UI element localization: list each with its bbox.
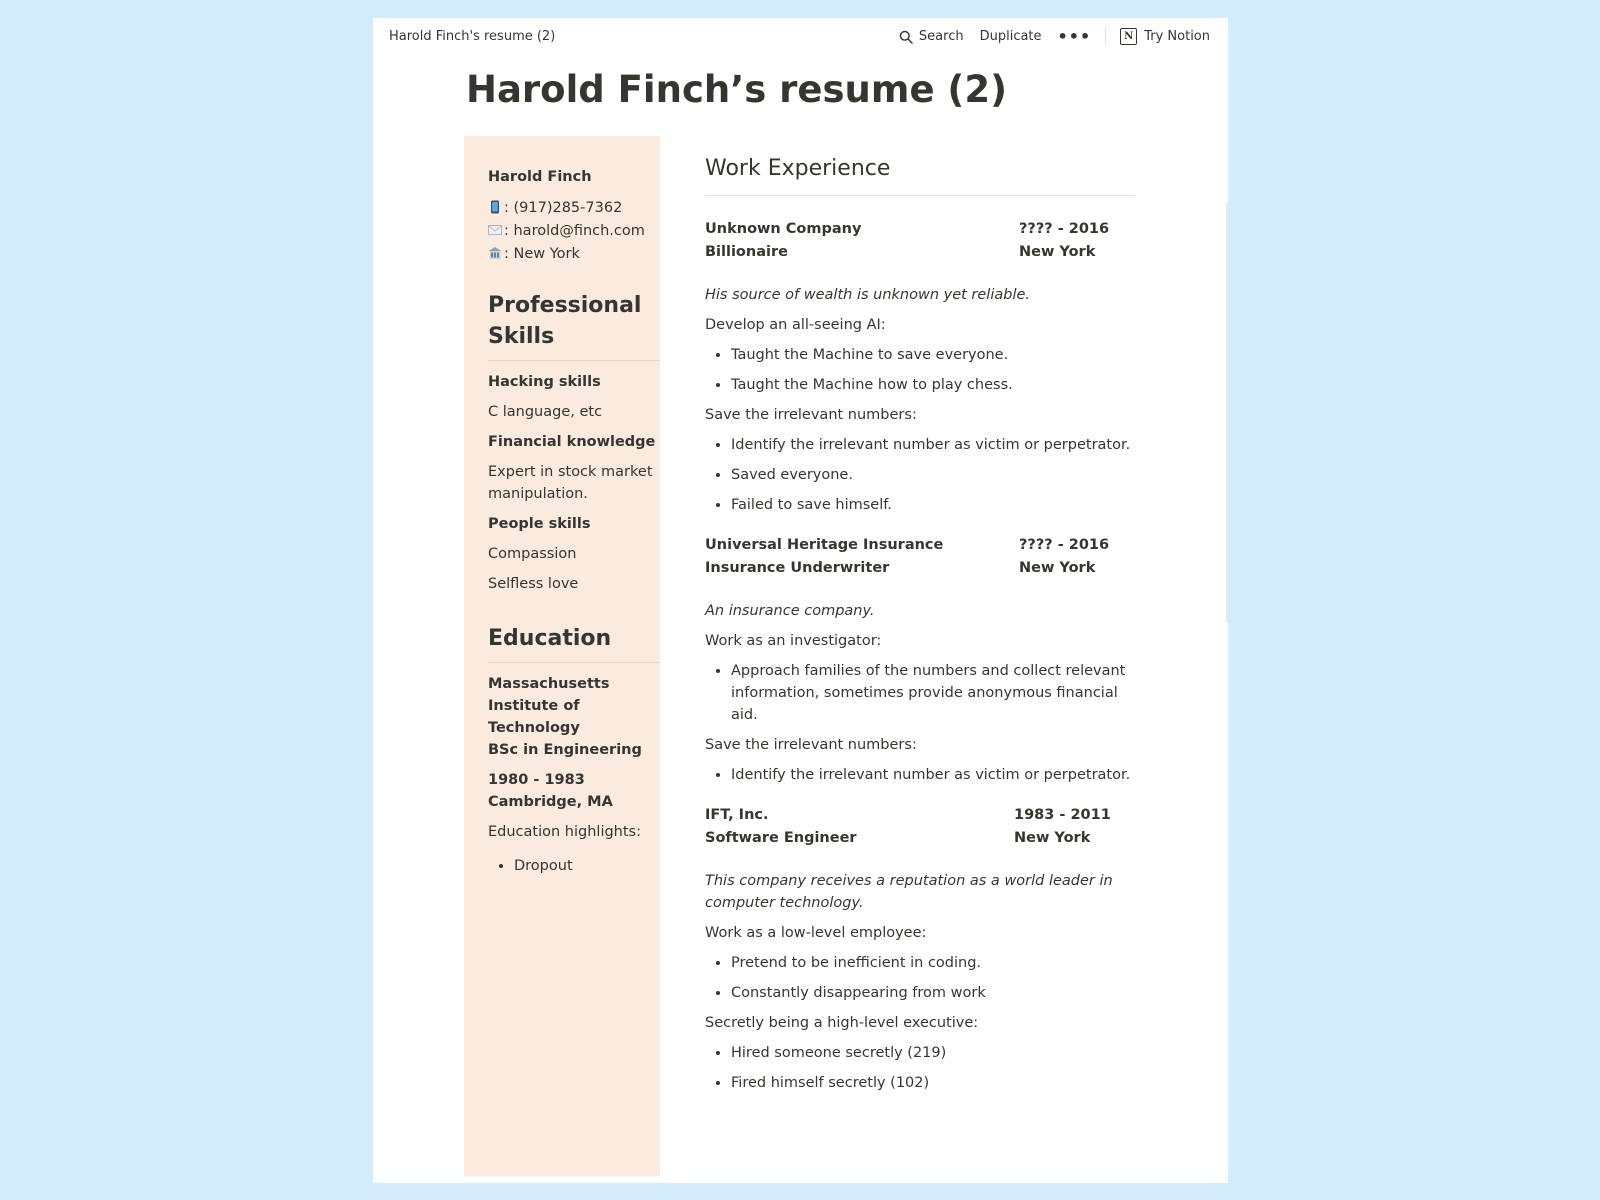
work-experience-heading: Work Experience <box>705 153 1135 196</box>
degree: BSc in Engineering <box>488 742 642 758</box>
bullet-list: Identify the irrelevant number as victim… <box>705 430 1135 520</box>
duplicate-button[interactable]: Duplicate <box>972 25 1050 48</box>
bullet-list: Pretend to be inefficient in coding. Con… <box>705 948 1135 1008</box>
job-role: Billionaire <box>705 244 788 260</box>
try-notion-label: Try Notion <box>1144 29 1210 44</box>
job-header-row: IFT, Inc. 1983 - 2011 <box>705 804 1135 827</box>
job-intro: An insurance company. <box>705 603 875 619</box>
building-icon <box>488 247 502 259</box>
company-name: Universal Heritage Insurance <box>705 537 944 553</box>
candidate-name: Harold Finch <box>488 169 592 185</box>
job-location: New York <box>1014 830 1091 846</box>
topbar-divider <box>1105 27 1107 46</box>
job-entry: Universal Heritage Insurance ???? - 2016… <box>705 534 1135 790</box>
job-role: Software Engineer <box>705 830 857 846</box>
job-header-row: Universal Heritage Insurance ???? - 2016 <box>705 534 1135 557</box>
job-entry: IFT, Inc. 1983 - 2011 Software Engineer … <box>705 804 1135 1098</box>
highlights-list: Dropout <box>488 847 658 881</box>
breadcrumb[interactable]: Harold Finch's resume (2) <box>389 29 555 44</box>
company-name: Unknown Company <box>705 221 862 237</box>
location-text: : New York <box>504 246 580 262</box>
topbar-actions: Search Duplicate ••• N Try Notion <box>891 24 1218 49</box>
skill-detail: Expert in stock market manipulation. <box>488 464 653 502</box>
section-label: Develop an all-seeing AI: <box>705 317 886 333</box>
skill-title: Financial knowledge <box>488 434 656 450</box>
education-heading: Education <box>488 623 660 663</box>
bullet-list: Approach families of the numbers and col… <box>705 656 1135 730</box>
envelope-icon <box>488 225 502 235</box>
duplicate-label: Duplicate <box>979 29 1042 44</box>
job-intro: This company receives a reputation as a … <box>705 873 1113 911</box>
skill-title: Hacking skills <box>488 374 601 390</box>
search-icon <box>899 30 913 44</box>
work-experience-section: Work Experience Unknown Company ???? - 2… <box>705 153 1135 1098</box>
list-item: Taught the Machine to save everyone. <box>731 340 1135 370</box>
job-subheader-row: Software Engineer New York <box>705 827 1135 850</box>
job-entry: Unknown Company ???? - 2016 Billionaire … <box>705 218 1135 520</box>
list-item: Pretend to be inefficient in coding. <box>731 948 1135 978</box>
search-label: Search <box>918 29 964 44</box>
list-item: Constantly disappearing from work <box>731 978 1135 1008</box>
more-options-button[interactable]: ••• <box>1050 25 1100 48</box>
bullet-list: Hired someone secretly (219) Fired himse… <box>705 1038 1135 1098</box>
school-name: Massachusetts Institute of Technology <box>488 676 610 736</box>
email-line: : harold@finch.com <box>488 220 658 243</box>
notion-logo-icon: N <box>1120 28 1138 45</box>
list-item: Identify the irrelevant number as victim… <box>731 760 1135 790</box>
skill-detail: Selfless love <box>488 576 579 592</box>
skill-detail: Compassion <box>488 546 577 562</box>
list-item: Failed to save himself. <box>731 490 1135 520</box>
section-label: Save the irrelevant numbers: <box>705 407 917 423</box>
job-dates: 1983 - 2011 <box>1014 807 1111 823</box>
skills-heading: Professional Skills <box>488 290 660 361</box>
list-item: Dropout <box>514 851 658 881</box>
skill-detail: C language, etc <box>488 404 603 420</box>
list-item: Hired someone secretly (219) <box>731 1038 1135 1068</box>
mobile-phone-icon <box>491 200 499 214</box>
education-years: 1980 - 1983 <box>488 772 585 788</box>
job-subheader-row: Billionaire New York <box>705 241 1135 264</box>
phone-line: : (917)285-7362 <box>488 197 658 220</box>
highlights-label: Education highlights: <box>488 824 641 840</box>
phone-number: : (917)285-7362 <box>504 200 623 216</box>
list-item: Taught the Machine how to play chess. <box>731 370 1135 400</box>
bullet-list: Taught the Machine to save everyone. Tau… <box>705 340 1135 400</box>
skill-title: People skills <box>488 516 591 532</box>
notion-page-window: Harold Finch's resume (2) Search Duplica… <box>373 18 1228 1183</box>
page-title[interactable]: Harold Finch’s resume (2) <box>466 68 1007 111</box>
bullet-list: Identify the irrelevant number as victim… <box>705 760 1135 790</box>
job-location: New York <box>1019 244 1096 260</box>
list-item: Saved everyone. <box>731 460 1135 490</box>
job-location: New York <box>1019 560 1096 576</box>
section-label: Work as a low-level employee: <box>705 925 927 941</box>
education-city: Cambridge, MA <box>488 794 613 810</box>
scrollbar[interactable] <box>1226 203 1228 623</box>
list-item: Identify the irrelevant number as victim… <box>731 430 1135 460</box>
list-item: Fired himself secretly (102) <box>731 1068 1135 1098</box>
top-bar: Harold Finch's resume (2) Search Duplica… <box>373 18 1228 56</box>
job-dates: ???? - 2016 <box>1019 537 1110 553</box>
try-notion-button[interactable]: N Try Notion <box>1112 24 1218 49</box>
company-name: IFT, Inc. <box>705 807 769 823</box>
job-role: Insurance Underwriter <box>705 560 890 576</box>
section-label: Secretly being a high-level executive: <box>705 1015 979 1031</box>
resume-sidebar: Harold Finch : (917)285-7362 : harold@fi… <box>464 136 660 1176</box>
job-intro: His source of wealth is unknown yet reli… <box>705 287 1031 303</box>
section-label: Work as an investigator: <box>705 633 882 649</box>
job-header-row: Unknown Company ???? - 2016 <box>705 218 1135 241</box>
email-address: : harold@finch.com <box>504 223 645 239</box>
search-button[interactable]: Search <box>891 25 972 48</box>
section-label: Save the irrelevant numbers: <box>705 737 917 753</box>
job-dates: ???? - 2016 <box>1019 221 1110 237</box>
list-item: Approach families of the numbers and col… <box>731 656 1135 730</box>
job-subheader-row: Insurance Underwriter New York <box>705 557 1135 580</box>
location-line: : New York <box>488 243 658 266</box>
